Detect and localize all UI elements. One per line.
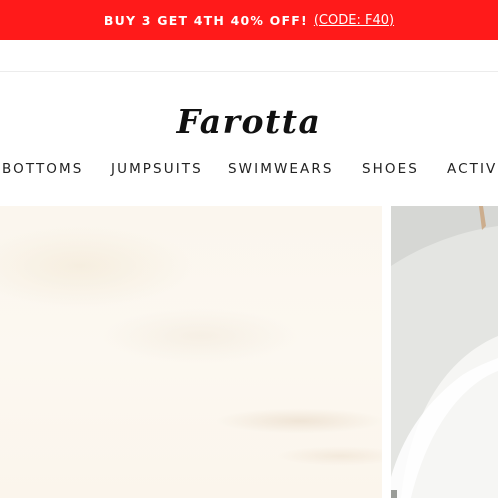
utility-bar [0, 40, 498, 71]
page: BUY 3 GET 4TH 40% OFF! (CODE: F40) Farot… [0, 0, 498, 498]
nav-item-jumpsuits[interactable]: JUMPSUITS [111, 157, 203, 181]
brand-logo[interactable]: Farotta [0, 96, 498, 148]
hero-banner-left[interactable] [0, 206, 382, 498]
nav-item-bottoms[interactable]: BOTTOMS [2, 157, 83, 181]
hero-banner-right[interactable] [391, 206, 498, 498]
hero-banner-right-image [391, 206, 498, 498]
promo-text: BUY 3 GET 4TH 40% OFF! [103, 12, 308, 28]
promo-banner: BUY 3 GET 4TH 40% OFF! (CODE: F40) [0, 0, 498, 40]
nav-item-active[interactable]: ACTIVE [447, 157, 498, 181]
nav-item-shoes[interactable]: SHOES [362, 157, 419, 181]
nav-item-swimwears[interactable]: SWIMWEARS [228, 157, 334, 181]
promo-code-link[interactable]: (CODE: F40) [314, 13, 394, 28]
header-divider [0, 71, 498, 72]
